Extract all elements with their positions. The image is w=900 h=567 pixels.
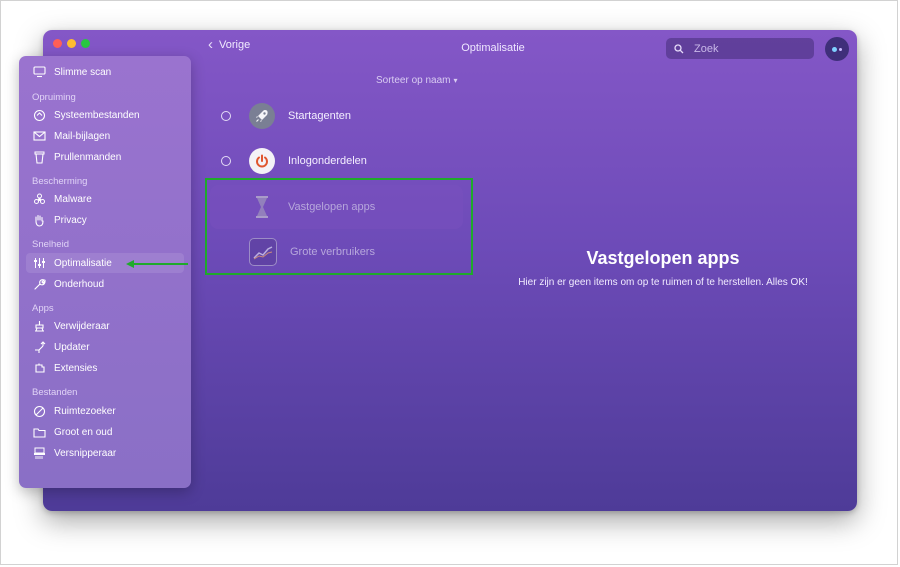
detail-subtitle: Hier zijn er geen items om op te ruimen …	[518, 277, 808, 288]
sidebar-item-updater[interactable]: Updater	[26, 337, 184, 357]
section-title-opruiming: Opruiming	[32, 92, 76, 103]
sidebar-item-privacy[interactable]: Privacy	[26, 210, 184, 230]
window-title: Optimalisatie	[461, 42, 525, 54]
hand-icon	[32, 213, 46, 227]
annotation-arrow-icon	[126, 260, 188, 268]
section-title-bescherming: Bescherming	[32, 176, 88, 187]
biohazard-icon	[32, 192, 46, 206]
sidebar-item-systeembestanden[interactable]: Systeembestanden	[26, 105, 184, 125]
sidebar-item-label: Updater	[54, 341, 90, 353]
chevron-down-icon: ▾	[453, 76, 458, 85]
section-title-apps: Apps	[32, 303, 54, 314]
assistant-button[interactable]	[825, 37, 849, 61]
sort-label: Sorteer op naam	[376, 75, 451, 86]
sidebar-item-label: Verwijderaar	[54, 320, 110, 332]
minimize-window-button[interactable]	[67, 39, 76, 48]
list-item-startagenten[interactable]: Startagenten	[215, 101, 351, 131]
sidebar-item-label: Prullenmanden	[54, 151, 122, 163]
sidebar-item-onderhoud[interactable]: Onderhoud	[26, 274, 184, 294]
sidebar-item-mail-bijlagen[interactable]: Mail-bijlagen	[26, 126, 184, 146]
space-lens-icon	[32, 404, 46, 418]
sidebar-item-verwijderaar[interactable]: Verwijderaar	[26, 316, 184, 336]
back-button[interactable]: ‹ Vorige	[208, 36, 251, 53]
power-icon	[249, 148, 275, 174]
annotation-highlight-box	[205, 178, 473, 275]
search-icon	[674, 43, 684, 53]
sidebar-item-versnipperaar[interactable]: Versnipperaar	[26, 443, 184, 463]
sidebar: Slimme scan Opruiming Systeembestanden M…	[19, 56, 191, 488]
section-title-snelheid: Snelheid	[32, 239, 69, 250]
sidebar-item-malware[interactable]: Malware	[26, 189, 184, 209]
sidebar-item-label: Slimme scan	[54, 66, 112, 78]
sidebar-item-ruimtezoeker[interactable]: Ruimtezoeker	[26, 401, 184, 421]
detail-title: Vastgelopen apps	[586, 248, 740, 268]
sidebar-item-slimme-scan[interactable]: Slimme scan	[26, 62, 184, 82]
sidebar-item-label: Optimalisatie	[54, 257, 112, 269]
rocket-icon	[249, 103, 275, 129]
list-item-label: Startagenten	[288, 110, 351, 122]
sort-dropdown[interactable]: Sorteer op naam ▾	[376, 75, 458, 86]
sidebar-item-label: Groot en oud	[54, 426, 113, 438]
envelope-icon	[32, 129, 46, 143]
assistant-dot-icon	[832, 46, 837, 52]
close-window-button[interactable]	[53, 39, 62, 48]
sidebar-item-label: Extensies	[54, 362, 98, 374]
sidebar-item-label: Systeembestanden	[54, 109, 140, 121]
sidebar-item-label: Malware	[54, 193, 92, 205]
wrench-icon	[32, 277, 46, 291]
update-icon	[32, 340, 46, 354]
trash-icon	[32, 150, 46, 164]
folder-icon	[32, 425, 46, 439]
sliders-icon	[32, 256, 46, 270]
section-title-bestanden: Bestanden	[32, 387, 78, 398]
select-radio[interactable]	[221, 111, 231, 121]
sidebar-item-groot-en-oud[interactable]: Groot en oud	[26, 422, 184, 442]
extensions-icon	[32, 361, 46, 375]
shredder-icon	[32, 446, 46, 460]
sidebar-item-label: Mail-bijlagen	[54, 130, 111, 142]
recycle-icon	[32, 108, 46, 122]
sidebar-item-label: Versnipperaar	[54, 447, 117, 459]
sidebar-item-prullenmanden[interactable]: Prullenmanden	[26, 147, 184, 167]
back-label: Vorige	[219, 39, 251, 51]
sidebar-item-label: Privacy	[54, 214, 87, 226]
uninstall-icon	[32, 319, 46, 333]
list-item-inlogonderdelen[interactable]: Inlogonderdelen	[215, 146, 367, 176]
list-item-label: Inlogonderdelen	[288, 155, 367, 167]
sidebar-item-extensies[interactable]: Extensies	[26, 358, 184, 378]
search-input[interactable]	[692, 41, 806, 56]
assistant-dot-small-icon	[839, 47, 842, 51]
select-radio[interactable]	[221, 156, 231, 166]
monitor-icon	[32, 65, 46, 79]
search-box[interactable]	[666, 38, 814, 59]
sidebar-item-label: Onderhoud	[54, 278, 105, 290]
sidebar-item-label: Ruimtezoeker	[54, 405, 116, 417]
zoom-window-button[interactable]	[81, 39, 90, 48]
chevron-left-icon: ‹	[208, 36, 213, 53]
